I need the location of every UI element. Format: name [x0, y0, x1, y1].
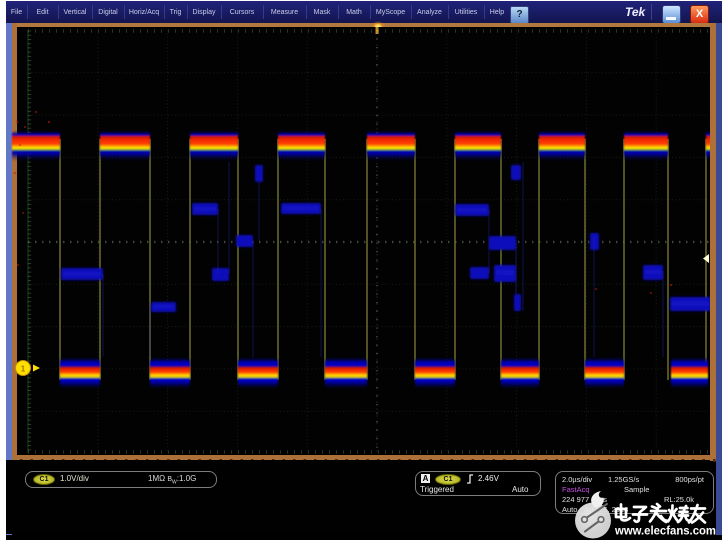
svg-text:1: 1	[21, 365, 26, 374]
svg-text:www.elecfans.com: www.elecfans.com	[614, 524, 716, 538]
